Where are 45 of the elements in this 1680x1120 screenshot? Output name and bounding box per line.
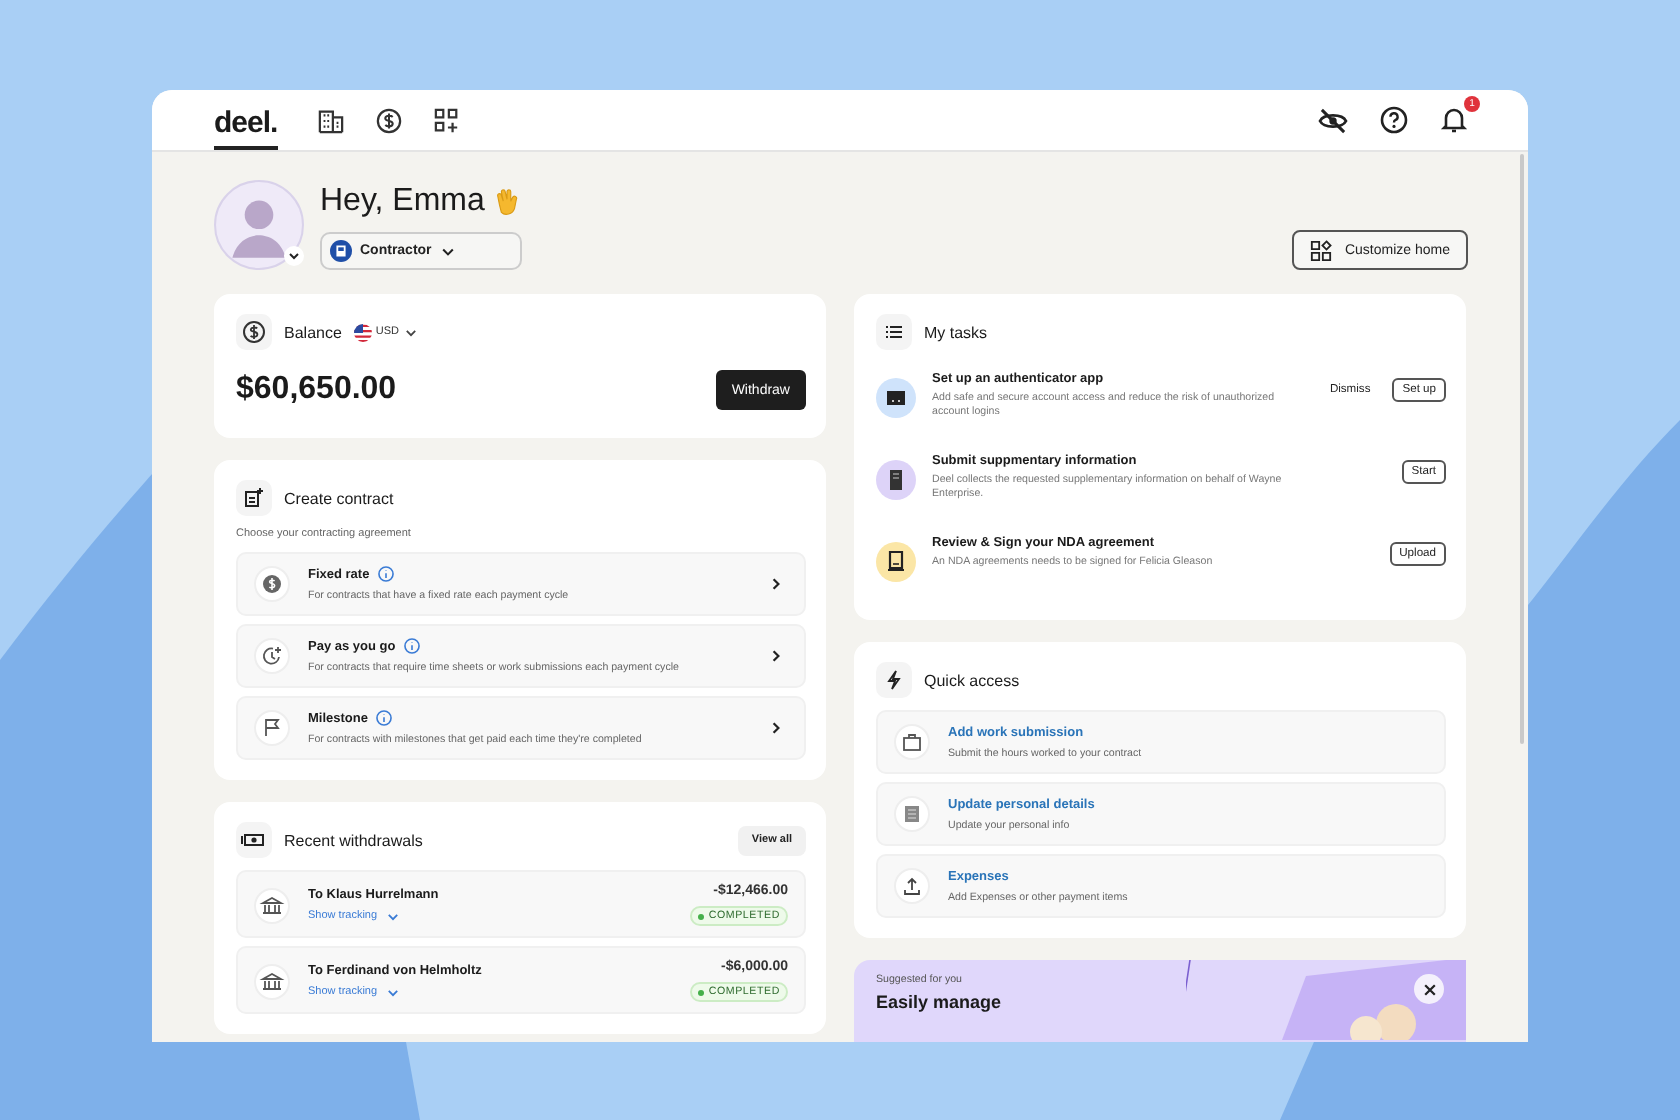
contract-add-icon [236, 480, 272, 516]
chevron-down-icon [403, 325, 418, 339]
lightning-icon [876, 662, 912, 698]
info-icon[interactable] [375, 710, 392, 726]
card-title: Balance [284, 323, 342, 341]
document-lines-icon [894, 796, 930, 832]
help-icon[interactable] [1380, 106, 1408, 134]
balance-amount: $60,650.00 [236, 372, 397, 408]
scrollbar[interactable] [1520, 154, 1524, 744]
card-title: Quick access [924, 671, 1020, 689]
chevron-down-icon [439, 243, 456, 259]
info-icon[interactable] [403, 638, 420, 654]
list-icon [876, 314, 912, 350]
us-flag-icon [353, 323, 372, 341]
suggestion-title: Easily manage [876, 992, 1002, 1012]
widgets-icon [1310, 239, 1333, 261]
dollar-icon [236, 314, 272, 350]
dollar-icon[interactable] [375, 107, 402, 133]
upload-icon [894, 868, 930, 904]
waving-hand-icon [492, 187, 523, 217]
chevron-right-icon [768, 648, 784, 664]
close-icon [1421, 981, 1437, 997]
apps-add-icon[interactable] [433, 107, 460, 133]
card-title: Recent withdrawals [284, 831, 423, 849]
contractor-badge-icon [330, 240, 352, 262]
chevron-right-icon [768, 576, 784, 592]
info-icon[interactable] [377, 566, 394, 582]
card-title: My tasks [924, 323, 988, 341]
card-title: Create contract [284, 489, 394, 507]
briefcase-icon [894, 724, 930, 760]
bank-icon [254, 887, 290, 923]
dollar-coin-icon [254, 566, 290, 602]
flag-icon [254, 710, 290, 746]
chevron-down-icon [385, 985, 400, 999]
bank-icon [254, 963, 290, 999]
chevron-right-icon [768, 720, 784, 736]
deel-logo[interactable]: deel. [214, 98, 278, 150]
building-icon[interactable] [317, 107, 344, 133]
clock-plus-icon [254, 638, 290, 674]
eye-hidden-icon[interactable] [1318, 107, 1348, 133]
chevron-down-icon [385, 909, 400, 923]
cash-icon [236, 822, 272, 858]
chevron-down-icon[interactable] [284, 246, 304, 266]
bell-icon[interactable] [1440, 106, 1468, 134]
greeting-title: Hey, Emma [320, 184, 485, 220]
